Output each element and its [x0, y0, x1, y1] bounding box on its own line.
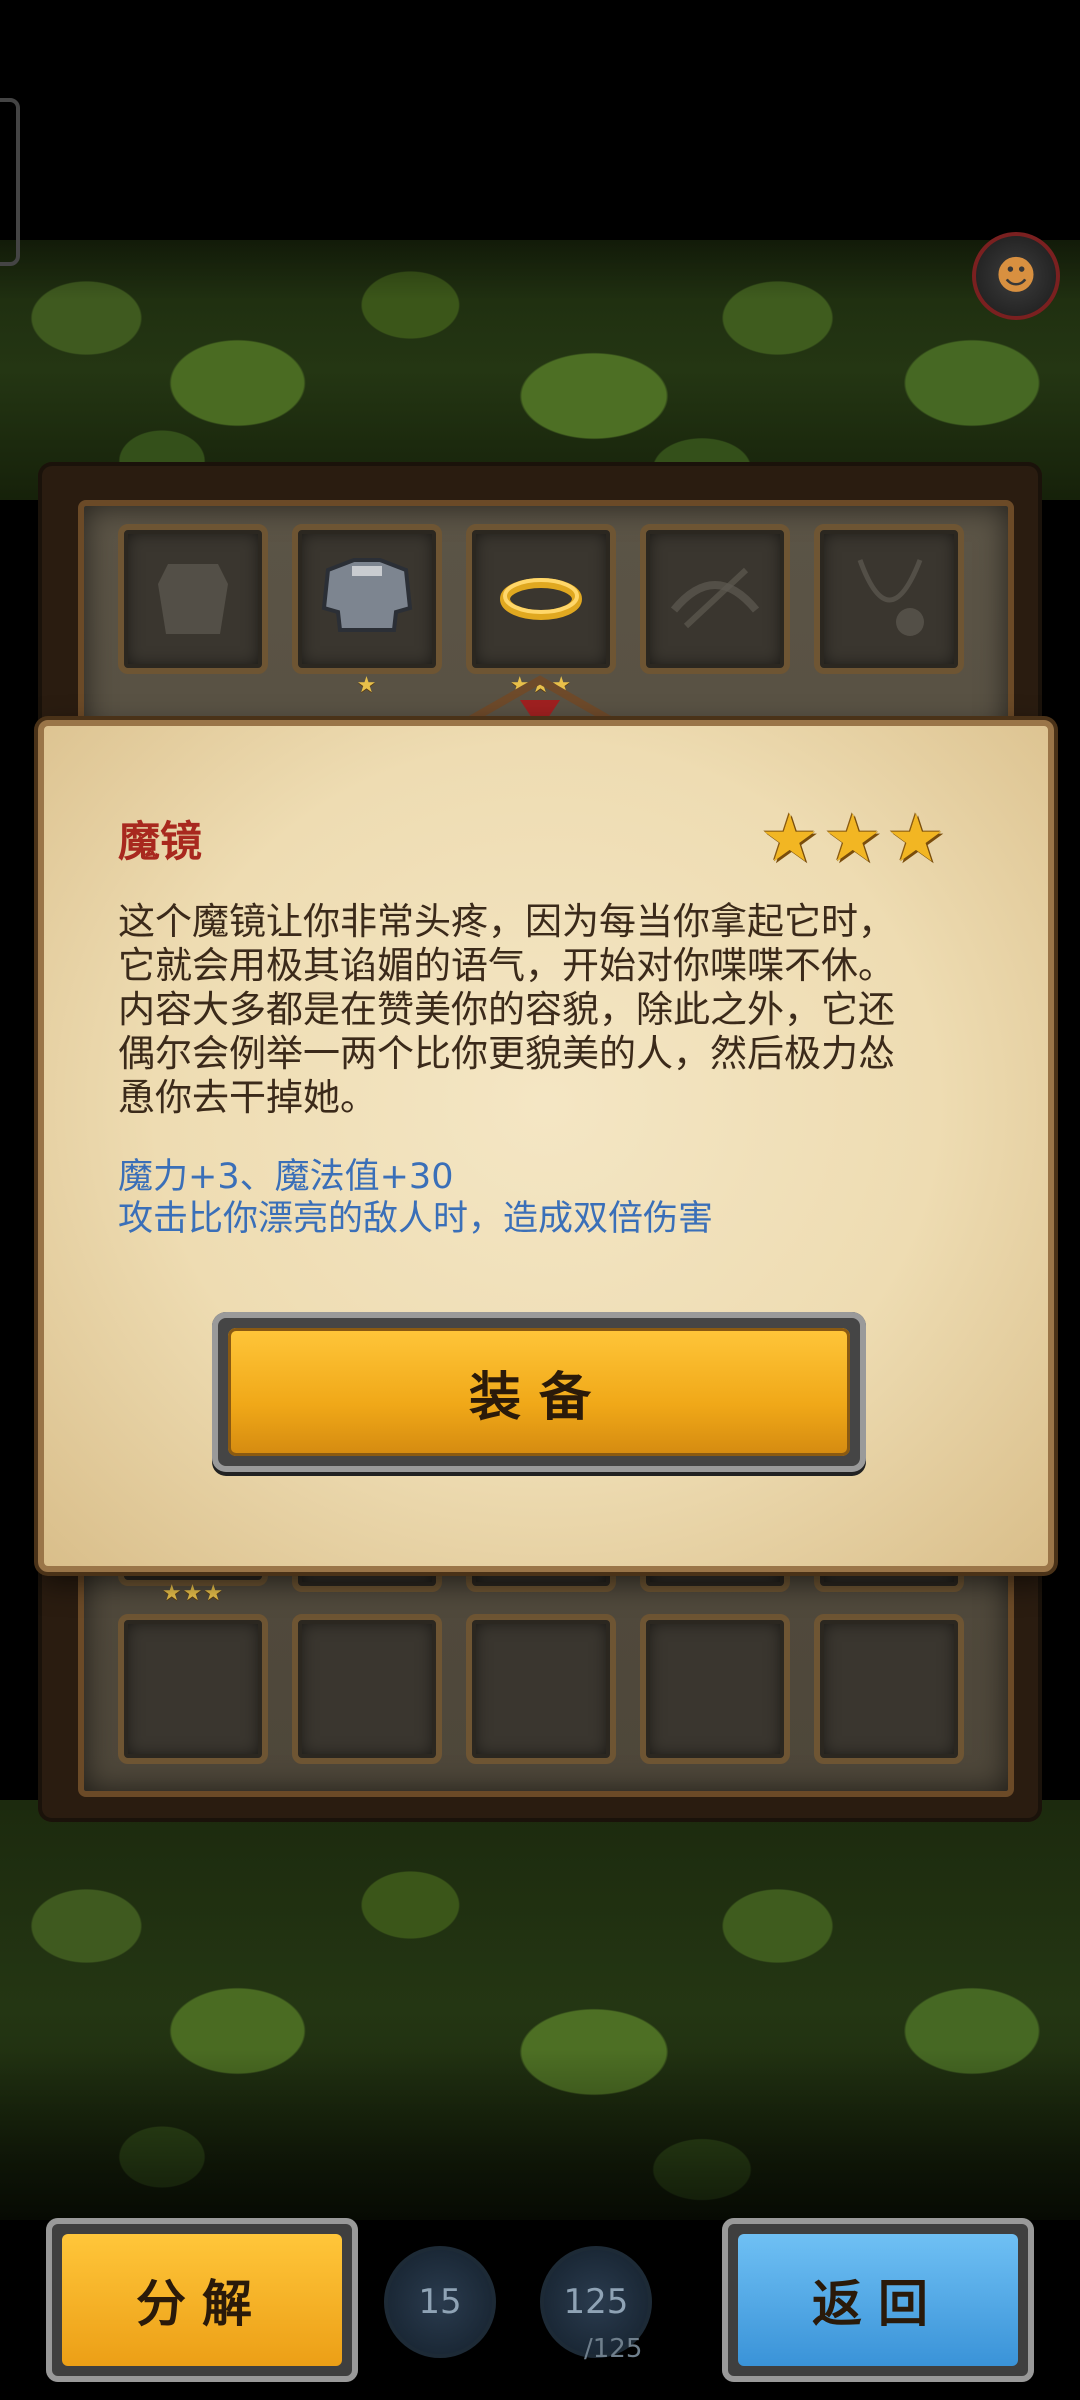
item-star-rating: ★★★	[161, 1581, 225, 1606]
item-rarity-stars: ★ ★ ★	[760, 806, 946, 872]
player-avatar-icon[interactable]: ☻	[972, 232, 1060, 320]
item-count-value: 15	[418, 2282, 462, 2322]
back-button-label: 返回	[812, 2275, 944, 2333]
equip-button[interactable]: 装备	[212, 1312, 866, 1472]
equip-button-label: 装备	[468, 1367, 609, 1428]
faded-crossbow-icon	[670, 567, 760, 629]
gold-ring-icon	[500, 578, 582, 620]
inventory-slot[interactable]: ★★★	[466, 524, 616, 698]
inventory-slot[interactable]	[292, 1614, 442, 1764]
faded-amulet-icon	[857, 559, 924, 636]
top-shade	[0, 0, 1080, 300]
item-count-badge: 15	[384, 2246, 496, 2358]
item-effect-line: 攻击比你漂亮的敌人时，造成双倍伤害	[118, 1199, 714, 1239]
inventory-slot[interactable]: ★	[292, 524, 442, 698]
star-icon: ★	[823, 800, 883, 877]
faded-armor-icon	[158, 564, 228, 634]
item-description: 这个魔镜让你非常头疼，因为每当你拿起它时，它就会用极其谄媚的语气，开始对你喋喋不…	[118, 900, 895, 1119]
inventory-slot[interactable]	[118, 524, 268, 674]
inventory-slot[interactable]	[814, 524, 964, 674]
decompose-button[interactable]: 分解	[46, 2218, 358, 2382]
inventory-slot[interactable]	[814, 1614, 964, 1764]
inventory-slot[interactable]	[466, 1614, 616, 1764]
back-button[interactable]: 返回	[722, 2218, 1034, 2382]
decompose-button-label: 分解	[136, 2275, 268, 2333]
item-star-rating: ★	[356, 673, 378, 698]
inventory-slot[interactable]	[640, 1614, 790, 1764]
star-icon: ★	[760, 800, 820, 877]
inventory-slot[interactable]	[640, 524, 790, 674]
iron-armor-icon	[321, 558, 413, 632]
inventory-slot[interactable]	[118, 1614, 268, 1764]
item-effects: 魔力+3、魔法值+30 攻击比你漂亮的敌人时，造成双倍伤害	[118, 1156, 938, 1240]
star-icon: ★	[886, 800, 946, 877]
capacity-value: 125	[563, 2282, 629, 2322]
item-name: 魔镜	[118, 817, 203, 866]
item-effect-line: 魔力+3、魔法值+30	[118, 1157, 454, 1197]
left-edge-frame	[0, 98, 20, 266]
capacity-max: /125	[584, 2334, 643, 2364]
